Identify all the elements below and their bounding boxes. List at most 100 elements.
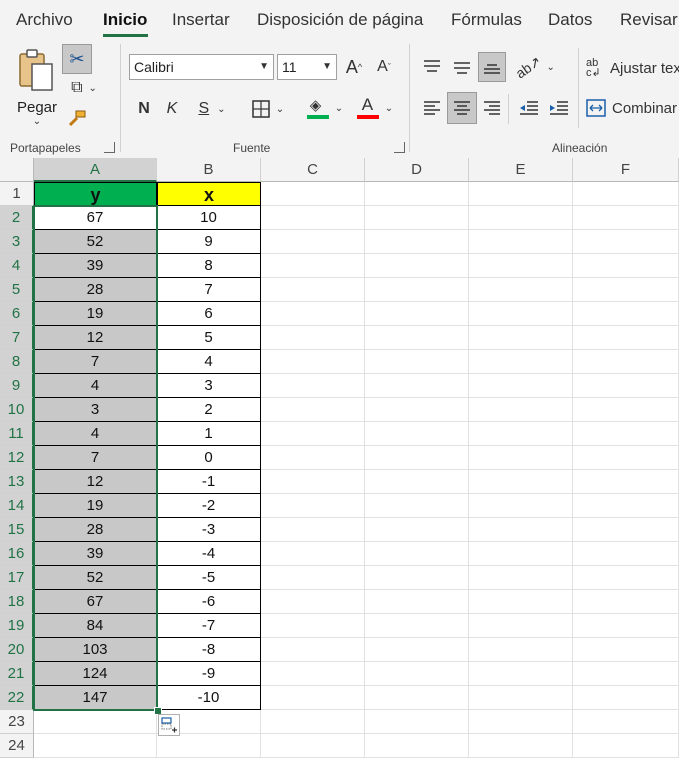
font-launcher-icon[interactable] [394,142,405,153]
cell-b24[interactable] [157,734,261,758]
cell-c10[interactable] [261,398,365,422]
font-color-button[interactable]: A ⌄ [352,94,398,122]
row-header-8[interactable]: 8 [0,350,34,374]
row-header-21[interactable]: 21 [0,662,34,686]
cell-b8[interactable]: 4 [157,350,261,374]
bold-button[interactable]: N [132,96,156,122]
cell-e9[interactable] [469,374,573,398]
align-left-button[interactable] [420,94,444,122]
tab-inicio[interactable]: Inicio [103,10,147,30]
cell-d3[interactable] [365,230,469,254]
row-header-19[interactable]: 19 [0,614,34,638]
copy-button[interactable]: ⧉ ⌄ [64,76,104,100]
tab-disposicion[interactable]: Disposición de página [257,10,423,30]
cell-d15[interactable] [365,518,469,542]
cell-d20[interactable] [365,638,469,662]
cell-a2[interactable]: 67 [34,206,157,230]
fill-color-button[interactable]: ◈ ⌄ [302,94,348,122]
cell-b10[interactable]: 2 [157,398,261,422]
cell-a9[interactable]: 4 [34,374,157,398]
row-header-1[interactable]: 1 [0,182,34,206]
spreadsheet-grid[interactable]: A B C D E F 1 y x 2 67 10 3 52 9 4 39 8 5 28 7 6 19 6 7 12 5 8 7 4 9 4 3… [0,158,679,768]
cell-a15[interactable]: 28 [34,518,157,542]
cell-f4[interactable] [573,254,679,278]
cell-b4[interactable]: 8 [157,254,261,278]
cell-b19[interactable]: -7 [157,614,261,638]
cell-c11[interactable] [261,422,365,446]
row-header-3[interactable]: 3 [0,230,34,254]
align-bottom-button[interactable] [478,52,506,82]
paste-button[interactable]: Pegar ⌄ [16,48,58,136]
cell-b16[interactable]: -4 [157,542,261,566]
column-header-f[interactable]: F [573,158,679,182]
select-all-corner[interactable] [0,158,34,182]
cell-f11[interactable] [573,422,679,446]
cell-d6[interactable] [365,302,469,326]
tab-archivo[interactable]: Archivo [16,10,73,30]
column-header-d[interactable]: D [365,158,469,182]
cell-f1[interactable] [573,182,679,206]
cell-a14[interactable]: 19 [34,494,157,518]
cell-a11[interactable]: 4 [34,422,157,446]
tab-datos[interactable]: Datos [548,10,592,30]
cell-d2[interactable] [365,206,469,230]
cell-b2[interactable]: 10 [157,206,261,230]
cell-d17[interactable] [365,566,469,590]
wrap-text-button[interactable]: ab c↲ Ajustar tex [586,56,679,80]
cell-f13[interactable] [573,470,679,494]
row-header-20[interactable]: 20 [0,638,34,662]
underline-button[interactable]: S ⌄ [190,96,234,122]
row-header-5[interactable]: 5 [0,278,34,302]
row-header-24[interactable]: 24 [0,734,34,758]
cell-a8[interactable]: 7 [34,350,157,374]
cell-b11[interactable]: 1 [157,422,261,446]
tab-revisar[interactable]: Revisar [620,10,678,30]
row-header-9[interactable]: 9 [0,374,34,398]
align-middle-button[interactable] [450,54,474,80]
row-header-22[interactable]: 22 [0,686,34,710]
cell-c6[interactable] [261,302,365,326]
cell-f16[interactable] [573,542,679,566]
cell-b13[interactable]: -1 [157,470,261,494]
cell-c3[interactable] [261,230,365,254]
font-size-combo[interactable]: 11 ▼ [277,54,337,80]
clipboard-launcher-icon[interactable] [104,142,115,153]
cell-b20[interactable]: -8 [157,638,261,662]
cell-e8[interactable] [469,350,573,374]
cell-b7[interactable]: 5 [157,326,261,350]
cell-e11[interactable] [469,422,573,446]
cell-a6[interactable]: 19 [34,302,157,326]
cell-f7[interactable] [573,326,679,350]
cell-a10[interactable]: 3 [34,398,157,422]
cell-e20[interactable] [469,638,573,662]
row-header-11[interactable]: 11 [0,422,34,446]
cell-b5[interactable]: 7 [157,278,261,302]
row-header-13[interactable]: 13 [0,470,34,494]
cell-e23[interactable] [469,710,573,734]
cell-d4[interactable] [365,254,469,278]
cell-f22[interactable] [573,686,679,710]
cell-c1[interactable] [261,182,365,206]
cell-e2[interactable] [469,206,573,230]
cell-c24[interactable] [261,734,365,758]
cell-c8[interactable] [261,350,365,374]
cell-d1[interactable] [365,182,469,206]
cell-e19[interactable] [469,614,573,638]
cell-e14[interactable] [469,494,573,518]
cell-c2[interactable] [261,206,365,230]
format-painter-button[interactable] [64,106,90,130]
cell-a4[interactable]: 39 [34,254,157,278]
cell-a20[interactable]: 103 [34,638,157,662]
cell-e16[interactable] [469,542,573,566]
align-right-button[interactable] [480,94,504,122]
cell-f3[interactable] [573,230,679,254]
align-center-button[interactable] [447,92,477,124]
row-header-12[interactable]: 12 [0,446,34,470]
cell-b14[interactable]: -2 [157,494,261,518]
cell-c4[interactable] [261,254,365,278]
row-header-15[interactable]: 15 [0,518,34,542]
orientation-button[interactable]: ab↗ ⌄ [513,52,556,81]
cell-e18[interactable] [469,590,573,614]
cell-c13[interactable] [261,470,365,494]
row-header-18[interactable]: 18 [0,590,34,614]
